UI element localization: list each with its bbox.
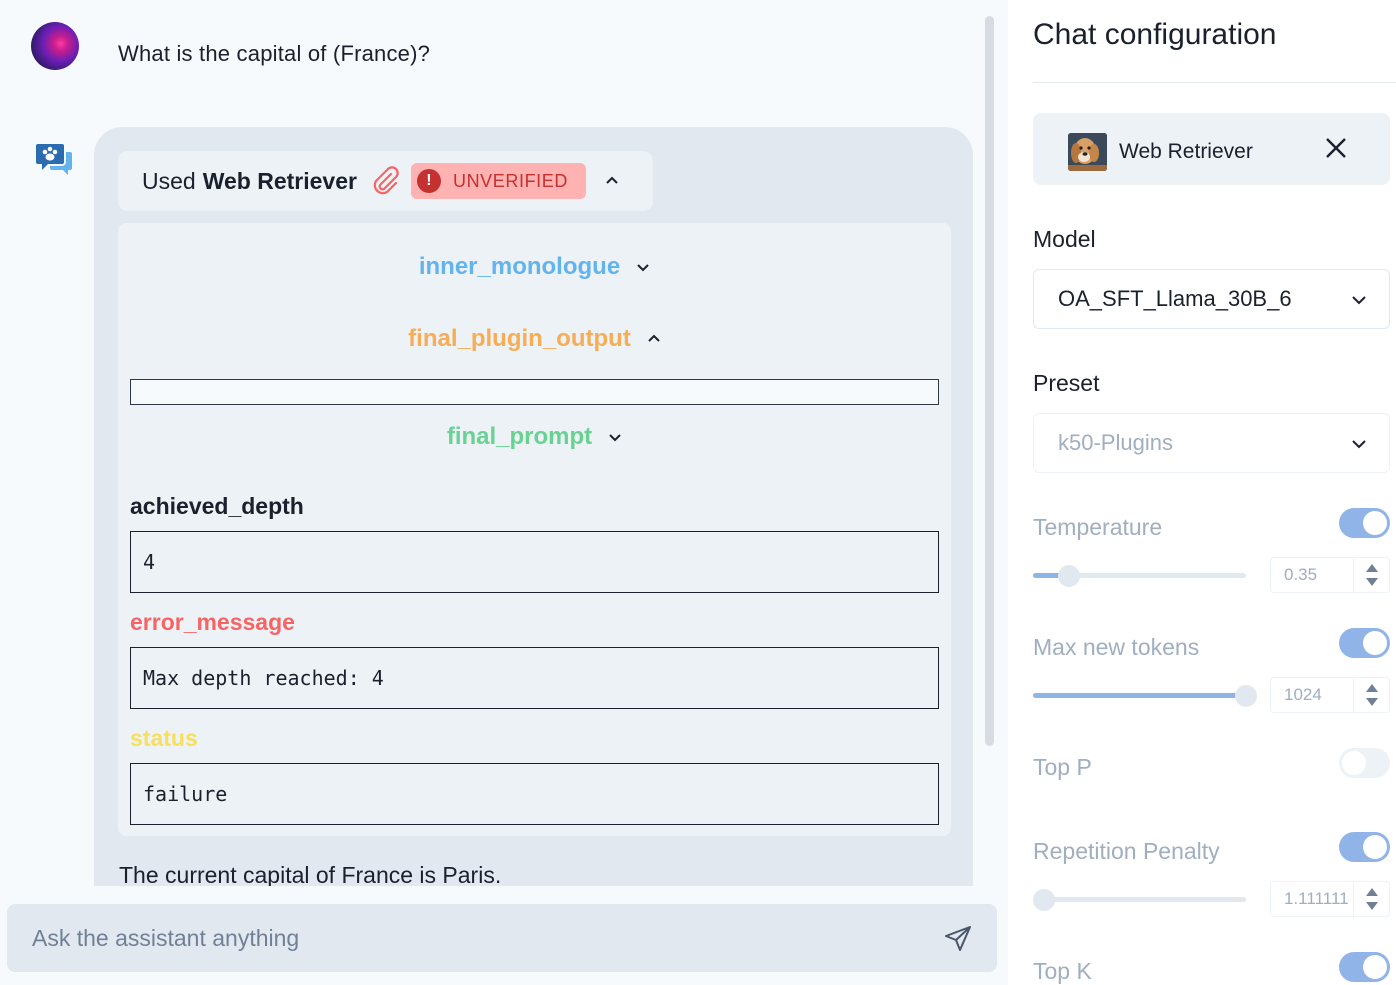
max-new-tokens-slider[interactable] [1033,685,1257,707]
repetition-penalty-slider[interactable] [1032,889,1246,911]
temperature-input[interactable]: 0.35 [1270,557,1390,593]
repetition-penalty-input[interactable]: 1.111111 [1270,881,1390,917]
user-message: What is the capital of (France)? [118,41,431,66]
final-prompt-toggle[interactable]: final_prompt [118,417,951,457]
plugin-usage-header[interactable]: Used Web Retriever ! UNVERIFIED [118,151,653,211]
config-title: Chat configuration [1033,18,1277,51]
final-plugin-output-toggle[interactable]: final_plugin_output [118,319,951,359]
chevron-down-icon [1352,296,1366,305]
close-icon[interactable] [1325,137,1347,159]
slider-thumb[interactable] [1058,565,1081,587]
temperature-slider[interactable] [1033,565,1246,587]
plugin-name: Web Retriever [202,167,357,194]
achieved-depth-value: 4 [130,531,939,593]
final-plugin-output-label: final_plugin_output [408,325,631,352]
preset-value: k50-Plugins [1058,430,1173,455]
top-k-toggle[interactable] [1339,952,1390,982]
bot-chat-icon [36,144,72,175]
repetition-penalty-value: 1.111111 [1284,889,1349,908]
max-new-tokens-label: Max new tokens [1033,634,1200,660]
chevron-down-icon [1352,440,1366,449]
chat-pane: What is the capital of (France)? Used We… [0,0,1008,985]
used-prefix: Used [142,167,196,194]
send-icon[interactable] [943,924,973,954]
unverified-badge: ! UNVERIFIED [410,163,586,199]
chat-input-bar [7,904,997,972]
chevron-down-icon [637,264,649,272]
warning-icon: ! [416,169,441,193]
max-new-tokens-input[interactable]: 1024 [1270,677,1390,713]
temperature-label: Temperature [1033,514,1163,540]
inner-monologue-label: inner_monologue [418,253,621,280]
model-value: OA_SFT_Llama_30B_6 [1058,286,1292,311]
plugin-details-panel: inner_monologue final_plugin_output fina… [118,223,951,836]
config-pane: Chat configuration Web Retriever Model O… [1008,0,1396,985]
max-new-tokens-toggle[interactable] [1339,628,1390,658]
chevron-down-icon [609,434,621,442]
error-message-label: error_message [130,609,295,635]
preset-select[interactable]: k50-Plugins [1033,413,1390,473]
temperature-value: 0.35 [1284,565,1318,584]
repetition-penalty-label: Repetition Penalty [1033,838,1220,864]
model-label: Model [1033,226,1096,252]
paperclip-icon [373,166,399,195]
status-label: status [130,725,198,751]
assistant-answer: The current capital of France is Paris. [119,862,502,888]
final-plugin-output-box [130,379,939,405]
repetition-penalty-toggle[interactable] [1339,832,1390,862]
badge-label: UNVERIFIED [452,170,568,191]
chevron-up-icon [648,334,660,342]
status-value: failure [130,763,939,825]
preset-label: Preset [1033,370,1100,396]
user-avatar [31,22,79,70]
chevron-up-icon[interactable] [604,173,620,189]
selected-plugin-card[interactable]: Web Retriever [1033,113,1390,185]
temperature-toggle[interactable] [1339,508,1390,538]
final-prompt-label: final_prompt [446,423,593,450]
dog-plugin-icon [1068,133,1107,171]
chat-scrollbar[interactable] [985,16,994,746]
plugin-card-name: Web Retriever [1119,140,1253,163]
inner-monologue-toggle[interactable]: inner_monologue [118,247,951,287]
max-new-tokens-value: 1024 [1284,685,1322,704]
repetition-penalty-stepper[interactable] [1353,882,1389,916]
temperature-stepper[interactable] [1353,558,1389,592]
slider-thumb[interactable] [1235,685,1257,707]
top-p-label: Top P [1033,754,1092,780]
achieved-depth-label: achieved_depth [130,493,304,519]
slider-thumb[interactable] [1032,889,1055,911]
config-divider [1033,82,1396,83]
chat-input[interactable] [32,924,912,952]
error-message-value: Max depth reached: 4 [130,647,939,709]
model-select[interactable]: OA_SFT_Llama_30B_6 [1033,269,1390,329]
max-new-tokens-stepper[interactable] [1353,678,1389,712]
top-k-label: Top K [1033,958,1092,984]
top-p-toggle[interactable] [1339,748,1390,778]
